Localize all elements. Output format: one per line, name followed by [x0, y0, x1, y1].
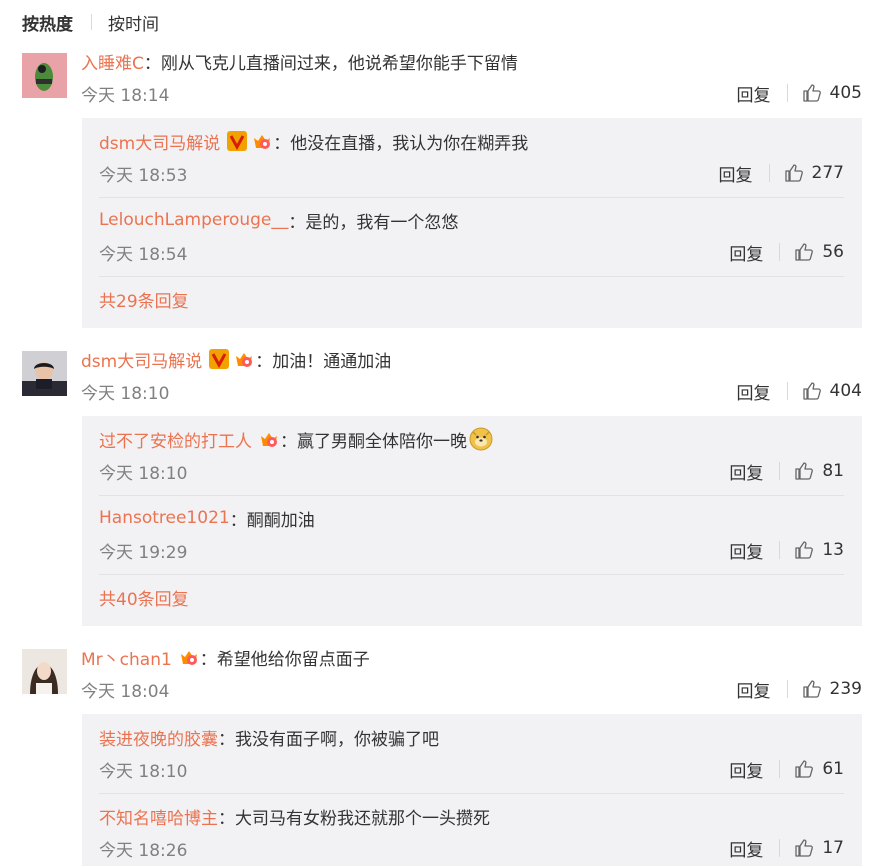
- reply-list: dsm大司马解说 ： 他没在直播，我认为你在糊弄我 今天 18:53 回复 27…: [82, 118, 862, 328]
- username-link[interactable]: dsm大司马解说: [81, 347, 202, 372]
- like-button[interactable]: 17: [794, 838, 844, 858]
- thumbs-up-icon: [795, 760, 814, 778]
- timestamp: 今天 18:04: [81, 681, 170, 702]
- timestamp: 今天 18:10: [99, 761, 188, 782]
- like-button[interactable]: 404: [802, 381, 862, 401]
- like-count: 56: [822, 242, 844, 262]
- comment-text: 刚从飞克儿直播间过来，他说希望你能手下留情: [160, 53, 518, 74]
- reply-button[interactable]: 回复: [737, 677, 771, 702]
- thumbs-up-icon: [802, 84, 821, 102]
- username-link[interactable]: LelouchLamperouge__: [99, 210, 288, 230]
- fan-crown-icon: [236, 353, 253, 367]
- reply-button[interactable]: 回复: [719, 161, 753, 186]
- like-button[interactable]: 239: [802, 679, 862, 699]
- username-link[interactable]: 入睡难C: [81, 49, 144, 74]
- reply-button[interactable]: 回复: [729, 459, 763, 484]
- reply-button[interactable]: 回复: [729, 538, 763, 563]
- reply-text: 酮酮加油: [246, 510, 315, 531]
- sort-bar: 按热度 按时间: [22, 10, 159, 35]
- reply-text: 是的，我有一个忽悠: [305, 212, 459, 233]
- thumbs-up-icon: [795, 462, 814, 480]
- username-link[interactable]: Mr丶chan1: [81, 645, 172, 670]
- thumbs-up-icon: [802, 680, 821, 698]
- reply-item: LelouchLamperouge__ ： 是的，我有一个忽悠 今天 18:54…: [99, 197, 844, 276]
- timestamp: 今天 18:10: [99, 463, 188, 484]
- like-count: 404: [829, 381, 862, 401]
- like-button[interactable]: 81: [794, 461, 844, 481]
- like-count: 405: [829, 83, 862, 103]
- reply-item: 装进夜晚的胶囊 ： 我没有面子啊，你被骗了吧 今天 18:10 回复 61: [99, 714, 844, 793]
- divider: [786, 84, 788, 102]
- like-count: 239: [829, 679, 862, 699]
- verified-v-icon: [209, 349, 230, 369]
- thumbs-up-icon: [784, 164, 803, 182]
- timestamp: 今天 18:53: [99, 165, 188, 186]
- divider: [99, 276, 844, 277]
- verified-v-icon: [227, 131, 248, 151]
- like-count: 277: [811, 163, 844, 183]
- timestamp: 今天 18:14: [81, 85, 170, 106]
- like-count: 17: [822, 838, 844, 858]
- like-count: 61: [822, 759, 844, 779]
- username-link[interactable]: dsm大司马解说: [99, 129, 220, 154]
- reply-text: 他没在直播，我认为你在糊弄我: [290, 133, 529, 154]
- reply-list: 装进夜晚的胶囊 ： 我没有面子啊，你被骗了吧 今天 18:10 回复 61 不知…: [82, 714, 862, 866]
- reply-item: Hansotree1021 ： 酮酮加油 今天 19:29 回复 13: [99, 495, 844, 574]
- username-link[interactable]: Hansotree1021: [99, 508, 230, 528]
- thumbs-up-icon: [795, 839, 814, 857]
- like-count: 13: [822, 540, 844, 560]
- like-button[interactable]: 277: [784, 163, 844, 183]
- reply-text: 大司马有女粉我还就那个一头攒死: [235, 808, 490, 829]
- view-all-replies-link[interactable]: 共29条回复: [99, 290, 189, 314]
- avatar[interactable]: [22, 649, 67, 694]
- thumbs-up-icon: [795, 541, 814, 559]
- divider: [99, 574, 844, 575]
- thumbs-up-icon: [795, 243, 814, 261]
- timestamp: 今天 18:10: [81, 383, 170, 404]
- fan-crown-icon: [180, 651, 197, 665]
- reply-text: 我没有面子啊，你被骗了吧: [235, 729, 439, 750]
- timestamp: 今天 19:29: [99, 542, 188, 563]
- reply-item: 不知名嘻哈博主 ： 大司马有女粉我还就那个一头攒死 今天 18:26 回复 17: [99, 793, 844, 866]
- comment-text: 加油！通通加油: [272, 351, 392, 372]
- timestamp: 今天 18:26: [99, 840, 188, 861]
- reply-item: dsm大司马解说 ： 他没在直播，我认为你在糊弄我 今天 18:53 回复 27…: [99, 118, 844, 197]
- like-button[interactable]: 405: [802, 83, 862, 103]
- like-button[interactable]: 13: [794, 540, 844, 560]
- comment-line: 入睡难C ： 刚从飞克儿直播间过来，他说希望你能手下留情: [81, 49, 865, 74]
- reply-button[interactable]: 回复: [729, 757, 763, 782]
- like-button[interactable]: 56: [794, 242, 844, 262]
- fan-crown-icon: [254, 135, 271, 149]
- divider: [91, 14, 92, 30]
- username-link[interactable]: 过不了安检的打工人: [99, 427, 252, 452]
- username-link[interactable]: 装进夜晚的胶囊: [99, 725, 218, 750]
- avatar[interactable]: [22, 351, 67, 396]
- timestamp: 今天 18:54: [99, 244, 188, 265]
- comment-text: 希望他给你留点面子: [216, 649, 370, 670]
- reply-text: 赢了男酮全体陪你一晚: [297, 431, 467, 452]
- reply-button[interactable]: 回复: [729, 836, 763, 861]
- username-link[interactable]: 不知名嘻哈博主: [99, 804, 218, 829]
- fan-crown-icon: [261, 433, 277, 447]
- view-all-replies-link[interactable]: 共40条回复: [99, 588, 189, 612]
- reply-list: 过不了安检的打工人 ： 赢了男酮全体陪你一晚 今天 18:10 回复 81 Ha…: [82, 416, 862, 626]
- reply-button[interactable]: 回复: [737, 379, 771, 404]
- like-button[interactable]: 61: [794, 759, 844, 779]
- sort-by-hot-tab[interactable]: 按热度: [22, 10, 73, 35]
- doge-emoji-icon: [469, 427, 493, 451]
- like-count: 81: [822, 461, 844, 481]
- sort-by-time-tab[interactable]: 按时间: [108, 10, 159, 35]
- thumbs-up-icon: [802, 382, 821, 400]
- comment-meta: 今天 18:14 回复 405: [81, 81, 862, 106]
- avatar[interactable]: [22, 53, 67, 98]
- reply-item: 过不了安检的打工人 ： 赢了男酮全体陪你一晚 今天 18:10 回复 81: [99, 416, 844, 495]
- reply-button[interactable]: 回复: [729, 240, 763, 265]
- reply-button[interactable]: 回复: [737, 81, 771, 106]
